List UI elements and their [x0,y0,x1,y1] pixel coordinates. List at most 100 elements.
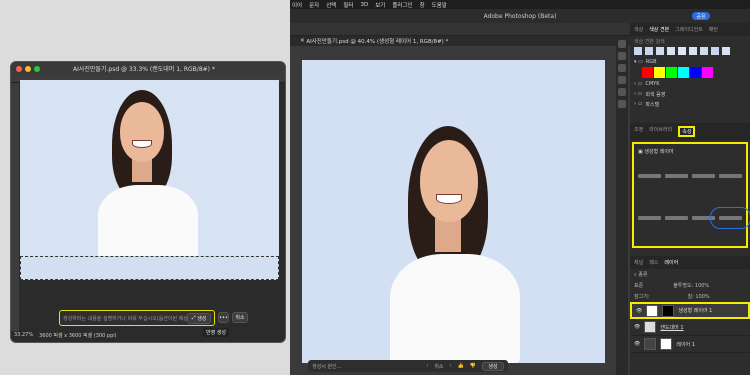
cancel-button[interactable]: 취소 [232,312,248,323]
variation-thumb[interactable] [692,216,715,220]
mask-thumb [662,304,675,317]
left-document-window: AI사진만들기.psd @ 33.3% (캔도대머 1, RGB/8#) * 생… [10,61,286,343]
tab-pattern[interactable]: 패턴 [709,26,718,33]
prev-arrow-icon[interactable]: ‹ [426,363,428,369]
layer-row-active[interactable]: 👁 생성형 레이어 1 [630,302,750,319]
left-window-title: AI사진만들기.psd @ 33.3% (캔도대머 1, RGB/8#) * [73,66,215,73]
left-canvas[interactable] [20,80,279,280]
menu-item[interactable]: 문자 [309,1,319,9]
swatch-search[interactable]: 색상 견본 검색 [630,36,750,47]
variation-thumb[interactable] [665,216,688,220]
opacity-input[interactable]: 100% [695,283,709,289]
properties-title: ▣ 생성형 레이어 [638,149,674,155]
recent-swatches [630,47,750,57]
contextual-taskbar: 생성하려는 내용을 설명하거나 비워 두십시오(옵션이된 예상) ⤢ 생성 [59,310,215,326]
generative-selection[interactable] [20,256,279,280]
more-options-button[interactable]: ••• [218,312,229,323]
menu-item[interactable]: 창 [420,1,425,9]
swatch[interactable] [678,67,689,78]
color-panel-tabs: 색상 색상 견본 그레이디언트 패턴 [630,23,750,36]
tab-gradient[interactable]: 그레이디언트 [675,26,703,33]
visibility-icon[interactable]: 👁 [636,308,642,314]
variation-thumb[interactable] [692,174,715,178]
menu-item[interactable]: 플러그인 [392,1,412,9]
right-panels: 색상 색상 견본 그레이디언트 패턴 색상 견본 검색 ▾ ▭ RGB › ▭ … [630,23,750,375]
portrait-image [98,90,198,260]
tab-layers[interactable]: 레이어 [664,259,678,266]
blend-mode-select[interactable]: 표준 [634,282,643,289]
blend-row: 표준 불투명도: 100% [634,282,710,289]
generate-button[interactable]: ⤢ 생성 [187,312,211,324]
comment-icon[interactable] [618,52,626,60]
tool-strip [616,36,628,375]
generate-button-main[interactable]: 생성 [482,361,504,371]
mask-thumb [660,338,673,350]
main-canvas[interactable] [302,60,605,363]
swatch[interactable] [654,67,665,78]
left-window-titlebar: AI사진만들기.psd @ 33.3% (캔도대머 1, RGB/8#) * [11,62,285,75]
prompt-input[interactable]: 생성하려는 내용을 설명하거나 비워 두십시오(옵션이된 예상) [63,315,187,322]
swatch-group-cmyk[interactable]: › ▭ CMYK [630,79,750,89]
layer-thumb [644,321,657,333]
portrait-image [390,126,520,363]
layer-thumb [644,338,657,350]
adjust-icon[interactable] [618,100,626,108]
layer-row[interactable]: 👁 캔도대머 1 [630,319,750,336]
layer-thumb [646,304,659,317]
thumbs-up-icon[interactable]: 👍 [458,363,464,369]
variation-thumb[interactable] [638,174,661,178]
tab-color[interactable]: 색상 [634,26,643,33]
zoom-button[interactable] [34,65,40,72]
menu-item[interactable]: 선택 [326,1,336,9]
tab-properties[interactable]: 속성 [678,126,696,137]
layer-row[interactable]: 👁 레이어 1 [630,336,750,353]
variation-thumb[interactable] [638,216,661,220]
menu-item[interactable]: 이어 [292,1,302,9]
menu-item[interactable]: 3D [361,2,369,8]
swatch-group-pastel[interactable]: › ▭ 파스텔 [630,99,750,109]
tab-channels[interactable]: 채널 [634,259,643,266]
cancel-button-main[interactable]: 취소 [434,363,443,370]
minimize-button[interactable] [25,65,31,72]
swatch[interactable] [666,67,677,78]
visibility-icon[interactable]: 👁 [634,324,640,330]
tab-adjustments[interactable]: 조정 [634,126,643,137]
menu-bar: 이어 문자 선택 필터 3D 보기 플러그인 창 도움말 [290,0,750,9]
rgb-swatches [630,67,750,79]
thumbs-down-icon[interactable]: 👎 [470,363,476,369]
variation-thumbnails-2 [638,202,750,232]
brush-icon[interactable] [618,64,626,72]
menu-item[interactable]: 도움말 [432,1,447,9]
tab-paths[interactable]: 패스 [649,259,658,266]
app-title: Adobe Photoshop (Beta) [483,12,557,20]
app-titlebar: Adobe Photoshop (Beta) 공유 [290,9,750,23]
variation-thumb-selected[interactable] [710,207,750,229]
visibility-icon[interactable]: 👁 [634,341,640,347]
tab-swatches[interactable]: 색상 견본 [649,26,669,33]
swatch[interactable] [702,67,713,78]
tab-libraries[interactable]: 라이브러리 [649,126,672,137]
share-button[interactable]: 공유 [692,12,710,20]
properties-panel: ▣ 생성형 레이어 [632,142,750,248]
lock-row: 잠그기: 칠: 100% [634,294,710,300]
variation-thumb[interactable] [665,174,688,178]
shapes-icon[interactable] [618,88,626,96]
paragraph-icon[interactable] [618,76,626,84]
vertical-ruler [11,83,19,331]
menu-item[interactable]: 필터 [343,1,353,9]
swatch-group-gray[interactable]: › ▭ 회색 음영 [630,89,750,99]
variation-thumb[interactable] [719,174,742,178]
swatch-group-rgb[interactable]: ▾ ▭ RGB [630,57,750,67]
layer-filter[interactable]: ⌕ 종류 [630,269,750,280]
layers-panel-tabs: 채널 패스 레이어 [630,256,750,269]
generate-icon: ⤢ [191,315,196,321]
swatch[interactable] [642,67,653,78]
properties-panel-tabs: 조정 라이브러리 속성 [630,123,750,140]
prompt-input-main[interactable]: 생성시 원인... [312,363,420,370]
close-button[interactable] [16,65,22,72]
swatch[interactable] [690,67,701,78]
fill-input[interactable]: 100% [695,294,709,300]
history-icon[interactable] [618,40,626,48]
next-arrow-icon[interactable]: › [450,363,452,369]
menu-item[interactable]: 보기 [375,1,385,9]
